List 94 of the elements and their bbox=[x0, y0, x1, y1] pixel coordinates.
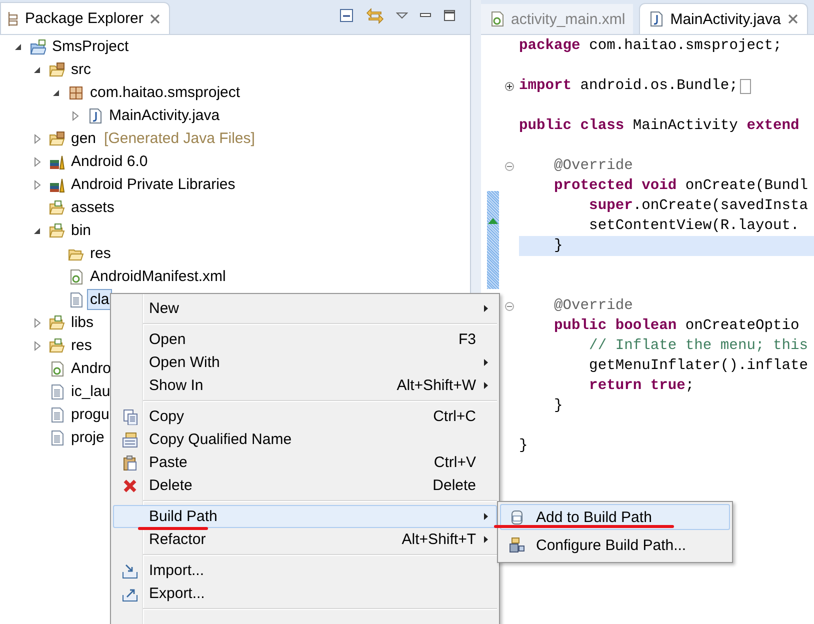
code-line: // Inflate the menu; this bbox=[588, 337, 810, 356]
tree-item[interactable]: assets bbox=[68, 197, 118, 218]
build-config-icon bbox=[508, 537, 524, 553]
books-icon bbox=[49, 154, 65, 170]
xml-file-icon bbox=[68, 268, 84, 284]
tree-item[interactable]: bin bbox=[68, 220, 94, 241]
package-folder-icon bbox=[49, 130, 65, 146]
menu-item[interactable]: Show In Alt+Shift+W bbox=[113, 374, 497, 397]
java-file-icon bbox=[87, 108, 103, 124]
code-line: @Override bbox=[553, 157, 634, 176]
collapse-icon[interactable] bbox=[505, 302, 514, 310]
file-icon bbox=[49, 406, 65, 422]
code-line: public boolean onCreateOptio bbox=[553, 317, 800, 336]
collapse-all-icon[interactable] bbox=[340, 8, 354, 22]
menu-item[interactable]: Configure Build Path... bbox=[500, 532, 730, 558]
java-file-icon bbox=[648, 11, 664, 27]
code-line: } bbox=[553, 397, 564, 416]
file-icon bbox=[49, 430, 65, 446]
menu-item[interactable]: Open F3 bbox=[113, 328, 497, 351]
folder-icon bbox=[49, 200, 65, 216]
tree-item[interactable]: progu bbox=[68, 404, 112, 425]
copy-icon bbox=[122, 432, 138, 448]
menu-item[interactable]: New bbox=[113, 297, 497, 320]
package-explorer-tab[interactable]: Package Explorer bbox=[0, 2, 170, 34]
collapse-icon[interactable] bbox=[505, 162, 514, 170]
minimize-icon[interactable] bbox=[420, 12, 432, 18]
code-line: } bbox=[519, 437, 529, 456]
submenu-arrow-icon bbox=[483, 535, 489, 544]
copy-icon bbox=[122, 408, 138, 424]
clipboard-icon bbox=[122, 454, 138, 470]
folder-icon bbox=[49, 222, 65, 238]
link-arrows-icon[interactable] bbox=[366, 8, 384, 24]
code-line: package com.haitao.smsproject; bbox=[519, 37, 783, 56]
triangle-icon bbox=[487, 217, 499, 225]
import-icon bbox=[122, 562, 138, 578]
code-line: @Override bbox=[553, 297, 634, 316]
tree-item[interactable]: Android 6.0 bbox=[68, 151, 151, 172]
tree-item[interactable]: ic_lau bbox=[68, 381, 114, 402]
tree-item[interactable]: Android Private Libraries bbox=[68, 174, 238, 195]
package-folder-icon bbox=[49, 62, 65, 78]
menu-item[interactable]: Build Path bbox=[113, 505, 497, 528]
file-icon bbox=[49, 384, 65, 400]
menu-item[interactable]: Import... bbox=[113, 559, 497, 582]
code-line: public class MainActivity extend bbox=[519, 117, 800, 136]
tree-item[interactable]: libs bbox=[68, 312, 97, 333]
code-line: setContentView(R.layout. bbox=[588, 217, 800, 236]
tree-item[interactable]: AndroidManifest.xml bbox=[87, 266, 229, 287]
menu-item[interactable]: Open With bbox=[113, 351, 497, 374]
menu-item[interactable]: Paste Ctrl+V bbox=[113, 451, 497, 474]
tree-item[interactable]: Andro bbox=[68, 358, 114, 379]
submenu-arrow-icon bbox=[483, 381, 489, 390]
code-line: getMenuInflater().inflate bbox=[588, 357, 810, 376]
folder-icon bbox=[49, 338, 65, 354]
hierarchy-icon bbox=[7, 10, 19, 26]
editor-tab[interactable]: MainActivity.java bbox=[639, 3, 808, 34]
menu-item[interactable]: Refactor Alt+Shift+T bbox=[113, 528, 497, 551]
tree-item[interactable]: res bbox=[87, 243, 114, 264]
tree-item[interactable]: src bbox=[68, 59, 94, 80]
jar-icon bbox=[508, 509, 524, 525]
editor-tab[interactable]: activity_main.xml bbox=[481, 4, 634, 34]
tree-item[interactable]: res bbox=[68, 335, 95, 356]
code-line: super.onCreate(savedInsta bbox=[588, 197, 810, 216]
submenu-arrow-icon bbox=[483, 512, 489, 521]
file-icon bbox=[68, 292, 84, 308]
tree-item[interactable]: gen bbox=[68, 128, 100, 149]
xml-file-icon bbox=[489, 11, 505, 27]
tree-item[interactable]: MainActivity.java bbox=[106, 105, 223, 126]
folder-icon bbox=[49, 314, 65, 330]
menu-item[interactable]: Add to Build Path bbox=[500, 504, 730, 530]
books-icon bbox=[49, 176, 65, 192]
delete-icon bbox=[122, 478, 138, 494]
maximize-icon[interactable] bbox=[444, 10, 456, 22]
close-icon[interactable] bbox=[149, 12, 162, 24]
menu-item[interactable]: Copy Ctrl+C bbox=[113, 405, 497, 428]
project-folder-icon bbox=[30, 38, 46, 54]
menu-item[interactable]: Export... bbox=[113, 582, 497, 605]
submenu-arrow-icon bbox=[483, 358, 489, 367]
item-decoration: [Generated Java Files] bbox=[104, 130, 255, 147]
tree-item[interactable]: SmsProject bbox=[49, 36, 132, 57]
view-menu-icon[interactable] bbox=[396, 12, 408, 20]
menu-item[interactable]: Copy Qualified Name bbox=[113, 428, 497, 451]
package-icon bbox=[68, 84, 84, 100]
menu-item[interactable]: Delete Delete bbox=[113, 474, 497, 497]
code-line: return true; bbox=[588, 377, 696, 396]
underline-mark bbox=[138, 527, 208, 530]
code-line: import android.os.Bundle; bbox=[519, 76, 814, 96]
close-icon[interactable] bbox=[786, 13, 799, 25]
tree-item[interactable]: proje bbox=[68, 427, 108, 448]
code-line: protected void onCreate(Bundl bbox=[553, 177, 810, 196]
submenu-arrow-icon bbox=[483, 304, 489, 313]
xml-file-icon bbox=[49, 360, 65, 376]
tree-item[interactable]: com.haitao.smsproject bbox=[87, 82, 244, 103]
expand-icon[interactable] bbox=[505, 82, 514, 90]
tree-item[interactable]: cla bbox=[87, 289, 112, 310]
